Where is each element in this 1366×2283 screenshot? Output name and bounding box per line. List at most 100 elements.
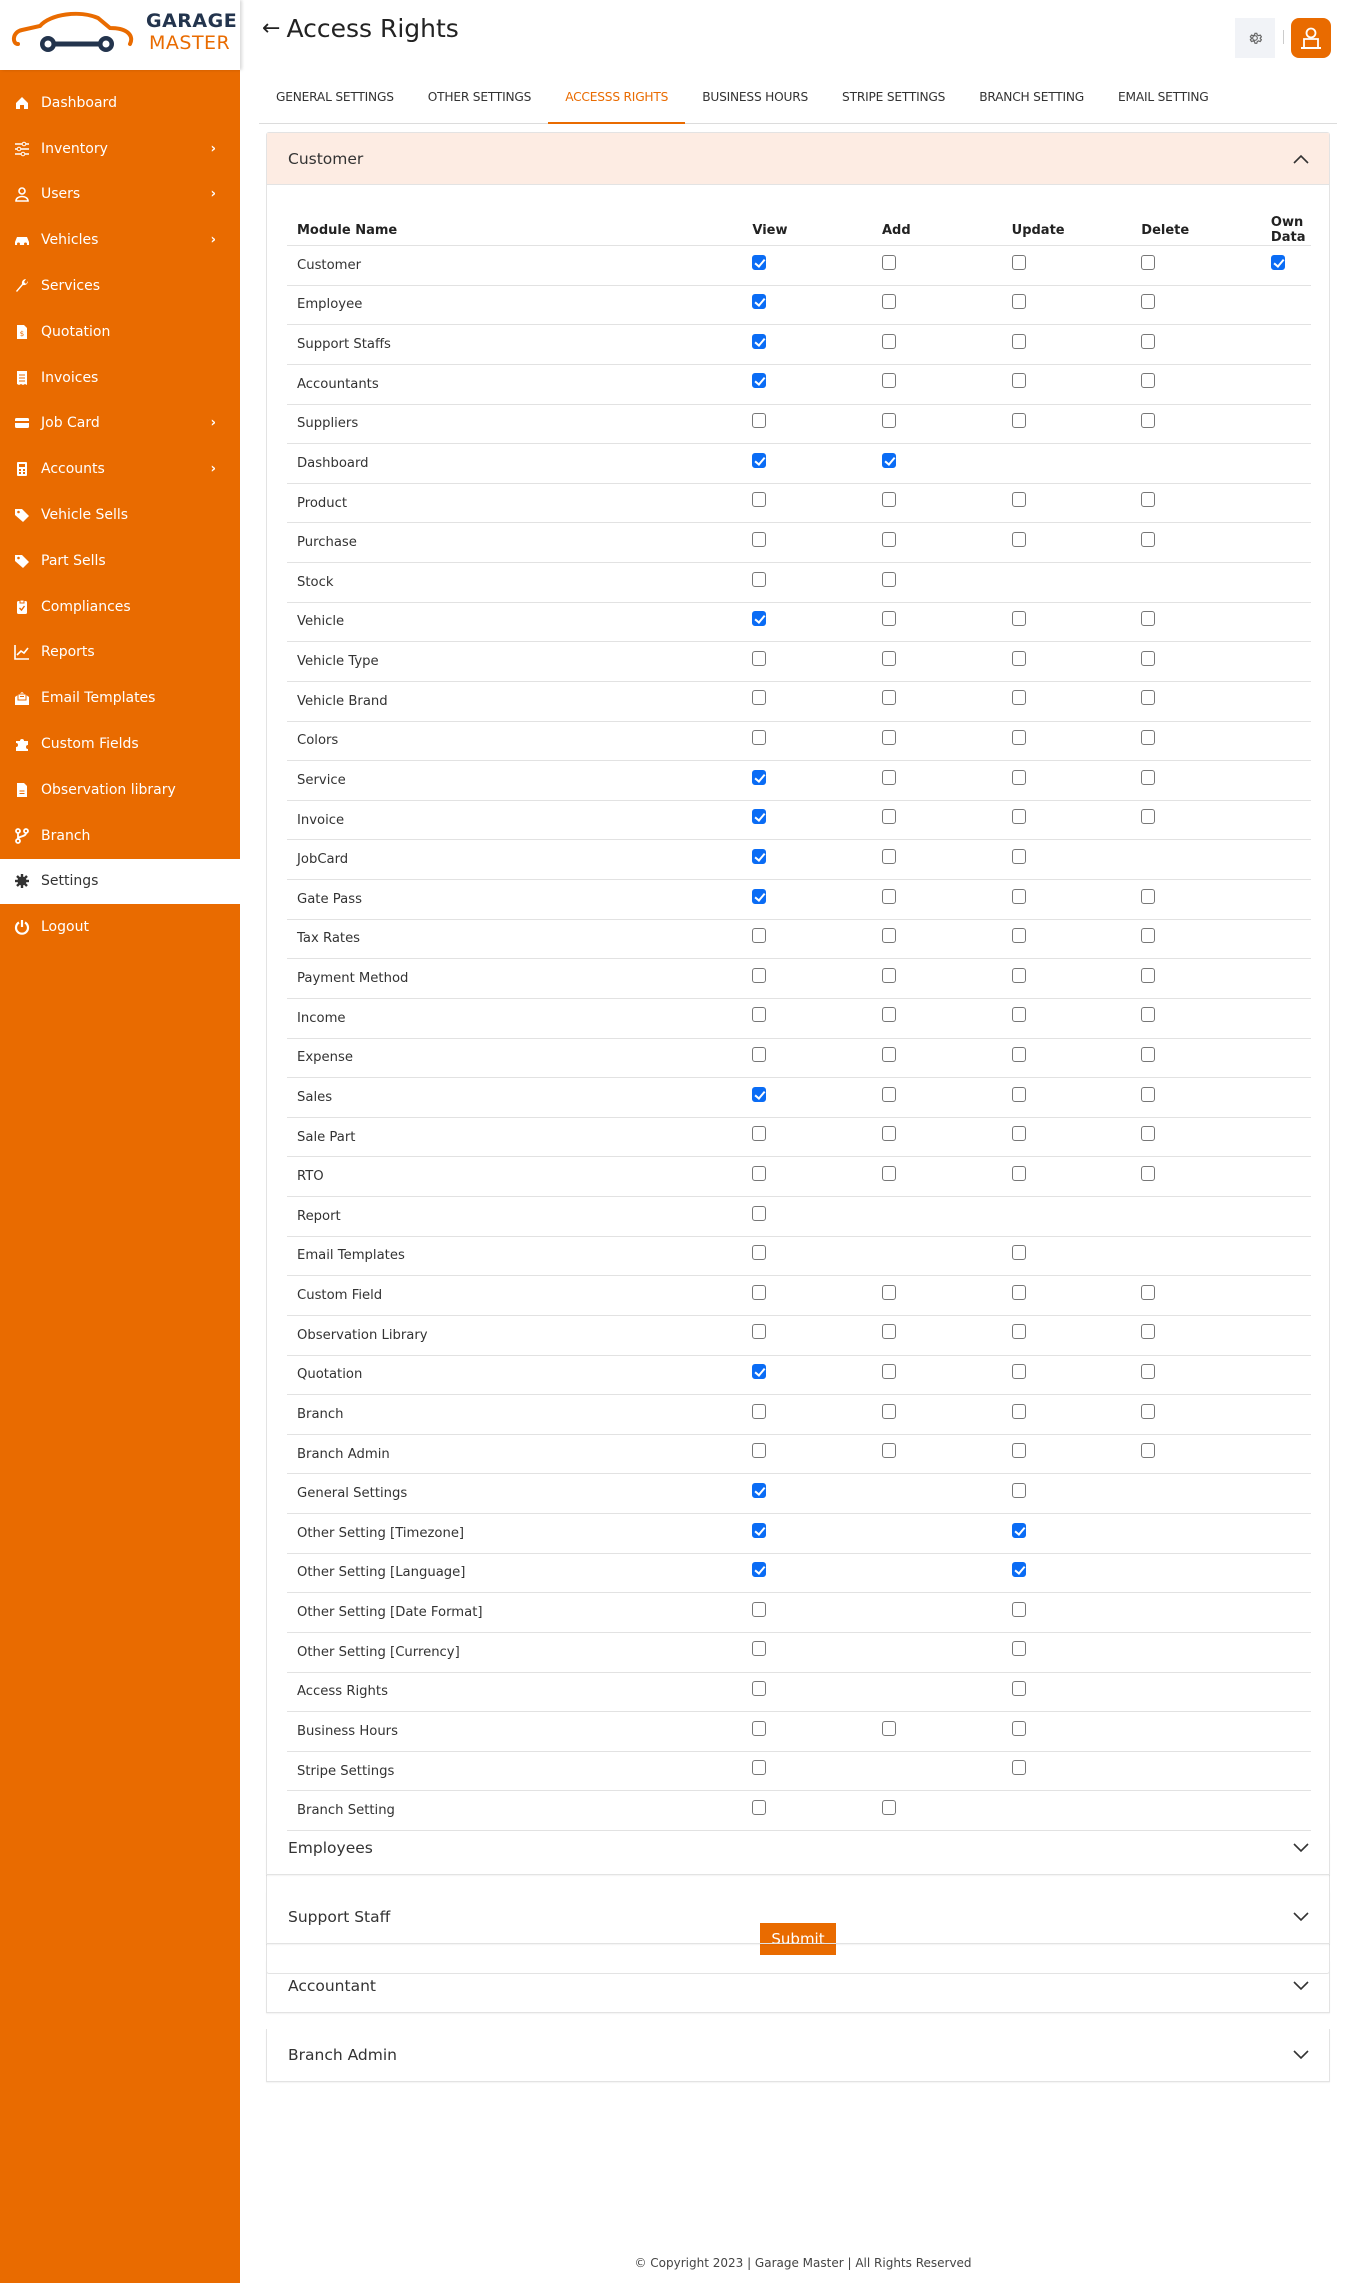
update-checkbox[interactable] — [1011, 333, 1026, 349]
delete-checkbox[interactable] — [1141, 1047, 1156, 1063]
delete-checkbox[interactable] — [1141, 809, 1156, 825]
sidebar-item-observation-library[interactable]: Observation library — [0, 767, 240, 813]
update-checkbox[interactable] — [1011, 1641, 1026, 1657]
update-checkbox[interactable] — [1011, 1720, 1026, 1736]
add-checkbox[interactable] — [882, 1284, 896, 1300]
sidebar-item-job-card[interactable]: Job Card › — [0, 401, 240, 447]
update-checkbox[interactable] — [1011, 1047, 1026, 1063]
add-checkbox[interactable] — [882, 848, 896, 864]
update-checkbox[interactable] — [1011, 967, 1026, 983]
view-checkbox[interactable] — [752, 1522, 767, 1538]
delete-checkbox[interactable] — [1141, 1284, 1156, 1300]
delete-checkbox[interactable] — [1141, 690, 1156, 706]
delete-checkbox[interactable] — [1141, 1403, 1156, 1419]
update-checkbox[interactable] — [1011, 531, 1026, 547]
view-checkbox[interactable] — [752, 492, 767, 508]
update-checkbox[interactable] — [1011, 1086, 1026, 1102]
update-checkbox[interactable] — [1011, 1364, 1026, 1380]
update-checkbox[interactable] — [1011, 1126, 1026, 1142]
update-checkbox[interactable] — [1011, 690, 1026, 706]
accordion-header[interactable]: Branch Admin — [267, 2029, 1329, 2081]
add-checkbox[interactable] — [882, 294, 896, 310]
update-checkbox[interactable] — [1011, 1562, 1026, 1578]
update-checkbox[interactable] — [1011, 809, 1026, 825]
view-checkbox[interactable] — [752, 294, 767, 310]
delete-checkbox[interactable] — [1141, 1165, 1156, 1181]
update-checkbox[interactable] — [1011, 254, 1026, 270]
view-checkbox[interactable] — [752, 1760, 767, 1776]
view-checkbox[interactable] — [752, 928, 767, 944]
sidebar-item-settings[interactable]: Settings — [0, 858, 240, 905]
view-checkbox[interactable] — [752, 1245, 767, 1261]
update-checkbox[interactable] — [1011, 1324, 1026, 1340]
update-checkbox[interactable] — [1011, 1522, 1026, 1538]
view-checkbox[interactable] — [752, 333, 767, 349]
add-checkbox[interactable] — [882, 967, 896, 983]
delete-checkbox[interactable] — [1141, 531, 1156, 547]
view-checkbox[interactable] — [752, 1562, 767, 1578]
view-checkbox[interactable] — [752, 1165, 767, 1181]
view-checkbox[interactable] — [752, 690, 767, 706]
view-checkbox[interactable] — [752, 1047, 767, 1063]
add-checkbox[interactable] — [882, 373, 896, 389]
view-checkbox[interactable] — [752, 1720, 767, 1736]
tab-branch-setting[interactable]: BRANCH SETTING — [962, 82, 1101, 124]
delete-checkbox[interactable] — [1141, 1364, 1156, 1380]
update-checkbox[interactable] — [1011, 1681, 1026, 1697]
view-checkbox[interactable] — [752, 373, 767, 389]
view-checkbox[interactable] — [752, 1324, 767, 1340]
view-checkbox[interactable] — [752, 413, 767, 429]
delete-checkbox[interactable] — [1141, 888, 1156, 904]
delete-checkbox[interactable] — [1141, 1324, 1156, 1340]
accordion-header[interactable]: Employees — [267, 1822, 1329, 1874]
add-checkbox[interactable] — [882, 690, 896, 706]
view-checkbox[interactable] — [752, 1364, 767, 1380]
add-checkbox[interactable] — [882, 888, 896, 904]
delete-checkbox[interactable] — [1141, 967, 1156, 983]
delete-checkbox[interactable] — [1141, 1007, 1156, 1023]
logo[interactable]: GARAGE MASTER — [0, 0, 240, 70]
update-checkbox[interactable] — [1011, 373, 1026, 389]
sidebar-item-invoices[interactable]: Invoices — [0, 355, 240, 401]
tab-accesss-rights[interactable]: ACCESSS RIGHTS — [548, 82, 686, 124]
sidebar-item-vehicle-sells[interactable]: Vehicle Sells — [0, 492, 240, 538]
tab-other-settings[interactable]: OTHER SETTINGS — [411, 82, 548, 124]
update-checkbox[interactable] — [1011, 928, 1026, 944]
delete-checkbox[interactable] — [1141, 611, 1156, 627]
back-arrow-icon[interactable]: ← — [262, 16, 280, 41]
add-checkbox[interactable] — [882, 1364, 896, 1380]
update-checkbox[interactable] — [1011, 413, 1026, 429]
sidebar-item-services[interactable]: Services — [0, 263, 240, 309]
add-checkbox[interactable] — [882, 611, 896, 627]
add-checkbox[interactable] — [882, 492, 896, 508]
update-checkbox[interactable] — [1011, 1007, 1026, 1023]
view-checkbox[interactable] — [752, 1482, 767, 1498]
settings-button[interactable] — [1235, 18, 1275, 58]
sidebar-item-reports[interactable]: Reports — [0, 630, 240, 676]
view-checkbox[interactable] — [752, 1799, 767, 1815]
add-checkbox[interactable] — [882, 1047, 896, 1063]
sidebar-item-part-sells[interactable]: Part Sells — [0, 538, 240, 584]
view-checkbox[interactable] — [752, 730, 767, 746]
update-checkbox[interactable] — [1011, 769, 1026, 785]
delete-checkbox[interactable] — [1141, 1086, 1156, 1102]
view-checkbox[interactable] — [752, 1284, 767, 1300]
add-checkbox[interactable] — [882, 1720, 896, 1736]
tab-business-hours[interactable]: BUSINESS HOURS — [685, 82, 825, 124]
view-checkbox[interactable] — [752, 1205, 767, 1221]
update-checkbox[interactable] — [1011, 650, 1026, 666]
view-checkbox[interactable] — [752, 611, 767, 627]
add-checkbox[interactable] — [882, 650, 896, 666]
view-checkbox[interactable] — [752, 1443, 767, 1459]
view-checkbox[interactable] — [752, 1126, 767, 1142]
add-checkbox[interactable] — [882, 730, 896, 746]
view-checkbox[interactable] — [752, 1601, 767, 1617]
update-checkbox[interactable] — [1011, 1284, 1026, 1300]
view-checkbox[interactable] — [752, 1681, 767, 1697]
view-checkbox[interactable] — [752, 1403, 767, 1419]
view-checkbox[interactable] — [752, 769, 767, 785]
update-checkbox[interactable] — [1011, 1760, 1026, 1776]
delete-checkbox[interactable] — [1141, 1126, 1156, 1142]
update-checkbox[interactable] — [1011, 888, 1026, 904]
view-checkbox[interactable] — [752, 967, 767, 983]
